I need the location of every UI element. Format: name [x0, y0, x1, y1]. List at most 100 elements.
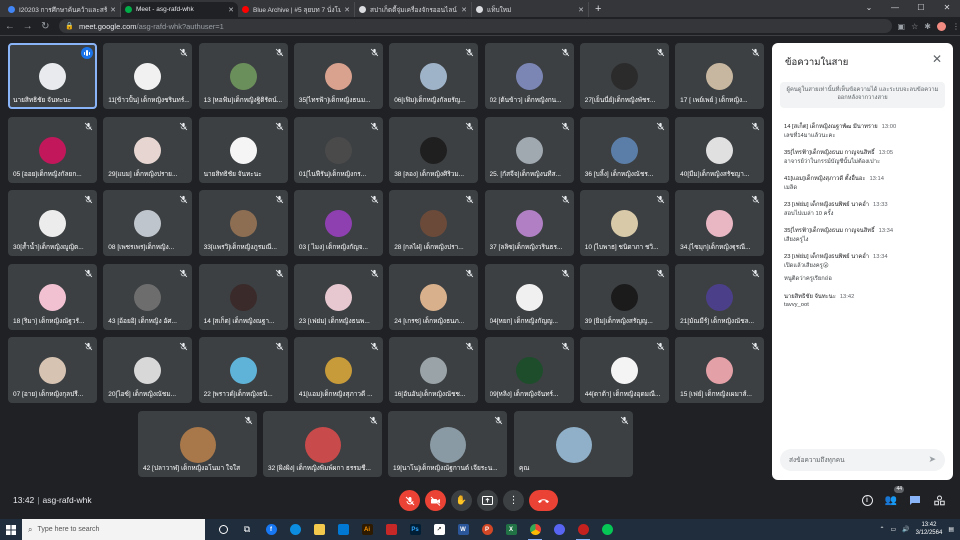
- participant-tile[interactable]: 19[นาโน]เด็กหญิงณัฐกานต์ เจียระน...: [388, 410, 507, 477]
- taskbar-powerpoint[interactable]: P: [475, 519, 499, 540]
- participant-tile[interactable]: 02 [ต้นข้าว] เด็กหญิงกน...: [484, 43, 574, 109]
- new-tab-button[interactable]: +: [589, 2, 607, 17]
- browser-tab[interactable]: Meet - asg-rafd-whk ✕: [121, 2, 238, 17]
- profile-avatar[interactable]: [936, 21, 946, 31]
- camera-off-button[interactable]: [425, 490, 446, 511]
- cortana-button[interactable]: [211, 519, 235, 540]
- participant-tile[interactable]: 33[แพรวิ]เด็กหญิงภูรมณี...: [198, 190, 288, 256]
- participant-tile[interactable]: 24 [เกรซ] เด็กหญิงธนภ...: [389, 263, 479, 330]
- participant-tile[interactable]: 32 [ผิงผิง] เด็กหญิงพิมพ์ผกา ธรรมชี...: [263, 410, 382, 477]
- participant-tile[interactable]: 22 [พราวด์]เด็กหญิงธนิ...: [198, 337, 288, 403]
- participant-tile[interactable]: 44[ดาต้า] เด็กหญิงอุดมณี...: [579, 337, 669, 403]
- participant-tile[interactable]: 16[อันอัน]เด็กหญิงณัชช...: [389, 337, 479, 403]
- participant-tile[interactable]: 23 [เฟย่ม] เด็กหญิงธนพ...: [293, 263, 383, 330]
- volume-icon[interactable]: 🔊: [902, 526, 909, 533]
- taskbar-photoshop[interactable]: Ps: [403, 519, 427, 540]
- participant-tile[interactable]: 29[แบม] เด็กหญิงปราย...: [103, 116, 193, 183]
- participant-tile[interactable]: 01[ไนฟีรัน]เด็กหญิงกร...: [293, 116, 383, 183]
- participant-tile[interactable]: 25. [กัสจีจ]เด็กหญิงนทีส...: [484, 116, 574, 183]
- participant-tile[interactable]: 41[แอม]เด็กหญิงสุภาวดี ...: [293, 337, 383, 403]
- tab-close-icon[interactable]: ✕: [344, 6, 350, 14]
- participant-tile[interactable]: นายสิทธิชัย จันทะนะ: [8, 43, 97, 109]
- tab-close-icon[interactable]: ✕: [461, 6, 467, 14]
- taskbar-edge[interactable]: [283, 519, 307, 540]
- send-icon[interactable]: ➤: [928, 454, 936, 465]
- participant-tile[interactable]: 34.[ไซมุก]เด็กหญิงฐุรณี...: [675, 190, 765, 256]
- taskbar-explorer[interactable]: [307, 519, 331, 540]
- participant-tile[interactable]: 10 [ไบพาธ] ชนิดาภา ชวิ...: [579, 190, 669, 256]
- participant-tile[interactable]: นายสิทธิชัย จันทะนะ: [198, 116, 288, 183]
- participant-tile[interactable]: 09[หลิง] เด็กหญิงจันทร์...: [484, 337, 574, 403]
- taskbar-clock[interactable]: 13:42 3/12/2564: [916, 521, 943, 537]
- tray-expand-icon[interactable]: ⌃: [879, 526, 884, 533]
- participant-tile[interactable]: คุณ: [514, 410, 633, 477]
- browser-tab[interactable]: แท็บใหม่ ✕: [472, 2, 589, 17]
- participant-tile[interactable]: 27[เย็นนี่ย์]เด็กหญิงพัชร...: [579, 43, 669, 109]
- participant-tile[interactable]: 35[ไทรฟ้า]เด็กหญิงธนม...: [293, 43, 383, 109]
- participant-tile[interactable]: 30[ส้ำน้ำ]เด็กหญิงญูญิต...: [8, 190, 97, 256]
- participant-tile[interactable]: 03 [ ไมง] เด็กหญิงกัญจ...: [293, 190, 383, 256]
- minimize-icon[interactable]: —: [882, 0, 908, 16]
- taskbar-app-red[interactable]: [379, 519, 403, 540]
- participant-tile[interactable]: 39 [ยิม]เด็กหญิงสรัญญ...: [579, 263, 669, 330]
- participant-tile[interactable]: 17 [ เพย์เพย์ ] เด็กหญิง...: [675, 43, 765, 109]
- participant-tile[interactable]: 15 [เฟย์] เด็กหญิงเผมาส์...: [675, 337, 765, 403]
- bookmark-star-icon[interactable]: ☆: [911, 22, 918, 31]
- participant-tile[interactable]: 07 [อาย] เด็กหญิงกุลปรี...: [8, 337, 97, 403]
- taskbar-chrome-2[interactable]: [571, 519, 595, 540]
- participant-tile[interactable]: 18 [ริมา] เด็กหญิงณัฐวรั...: [8, 263, 97, 330]
- forward-icon[interactable]: →: [20, 21, 36, 32]
- menu-icon[interactable]: ⋮: [952, 22, 960, 31]
- taskbar-store[interactable]: [331, 519, 355, 540]
- maximize-icon[interactable]: ☐: [908, 0, 934, 16]
- participant-tile[interactable]: 04[หยก] เด็กหญิงกัญญ...: [484, 263, 574, 330]
- present-screen-button[interactable]: [477, 490, 498, 511]
- participant-tile[interactable]: 05 [ออย]เด็กหญิงกัลยก...: [8, 116, 97, 183]
- tab-search-icon[interactable]: ⌄: [856, 0, 882, 16]
- browser-tab[interactable]: Blue Archive | #5 ลุยบท 7 นั่งโมแบบ✕: [238, 2, 355, 17]
- extensions-icon[interactable]: ✱: [924, 22, 931, 31]
- chat-compose-input[interactable]: ส่งข้อความถึงทุกคน ➤: [780, 449, 945, 471]
- taskbar-illustrator[interactable]: Ai: [355, 519, 379, 540]
- participant-tile[interactable]: 43 [อ้อยอิ] เด็กหญิง อัศ...: [103, 263, 193, 330]
- meeting-details-button[interactable]: i: [859, 492, 875, 508]
- mic-off-button[interactable]: [399, 490, 420, 511]
- taskbar-line[interactable]: [595, 519, 619, 540]
- participant-tile[interactable]: 11[ข้าวปั้น] เด็กหญิงชรินทร์...: [103, 43, 193, 109]
- tab-close-icon[interactable]: ✕: [578, 6, 584, 14]
- taskbar-discord[interactable]: [547, 519, 571, 540]
- taskbar-app-chart[interactable]: ↗: [427, 519, 451, 540]
- taskbar-chrome[interactable]: [523, 519, 547, 540]
- participant-tile[interactable]: 42 [ปลาวาฬ] เด็กหญิงอโนมา ใจใส: [138, 410, 257, 477]
- notifications-icon[interactable]: ▤: [948, 526, 954, 533]
- leave-call-button[interactable]: [529, 490, 558, 511]
- people-button[interactable]: 👥 44: [883, 486, 904, 508]
- browser-tab[interactable]: สปาเก็ตตี้จุ่มเครื่องจักรออนไลน์ - ค้นหา…: [355, 2, 472, 17]
- participant-tile[interactable]: 20[ไอซ์] เด็กหญิงณัชม...: [103, 337, 193, 403]
- participant-tile[interactable]: 14 [สเก็ต] เด็กหญิงณฐา...: [198, 263, 288, 330]
- back-icon[interactable]: ←: [2, 21, 18, 32]
- taskbar-word[interactable]: W: [451, 519, 475, 540]
- raise-hand-button[interactable]: ✋: [451, 490, 472, 511]
- browser-tab[interactable]: I20203 การศึกษาค้นคว้าและสร้างองค์ความรู…: [4, 2, 121, 17]
- participant-tile[interactable]: 06[เฟิม]เด็กหญิงกัลยรัญ...: [389, 43, 479, 109]
- participant-tile[interactable]: 37 [ลลิซ]เด็กหญิงวรินธร...: [484, 190, 574, 256]
- participant-tile[interactable]: 28 [กลไฝ] เด็กหญิงปรา...: [389, 190, 479, 256]
- participant-tile[interactable]: 13 [หอฟ้ม]เด็กหญิงฐิติรัตน์...: [198, 43, 288, 109]
- taskbar-excel[interactable]: X: [499, 519, 523, 540]
- more-options-button[interactable]: ⋮: [503, 490, 524, 511]
- url-field[interactable]: 🔒 meet.google.com/asg-rafd-whk?authuser=…: [59, 19, 892, 33]
- close-icon[interactable]: ✕: [932, 53, 942, 65]
- close-window-icon[interactable]: ✕: [934, 0, 960, 16]
- participant-tile[interactable]: 08 [เพชรเพร]เด็กหญิง...: [103, 190, 193, 256]
- tab-close-icon[interactable]: ✕: [110, 6, 116, 14]
- task-view-button[interactable]: ⧉: [235, 519, 259, 540]
- participant-tile[interactable]: 40[มีม]เด็กหญิงสรัชญา...: [675, 116, 765, 183]
- start-button[interactable]: [0, 519, 22, 540]
- camera-permission-icon[interactable]: ▣: [898, 22, 906, 31]
- activities-button[interactable]: [931, 492, 947, 508]
- reload-icon[interactable]: ↻: [38, 21, 54, 32]
- participant-tile[interactable]: 21[มัณมีร์] เด็กหญิงณัชล...: [675, 263, 765, 330]
- participant-tile[interactable]: 36 [บลิ้ง] เด็กหญิงณัชร...: [579, 116, 669, 183]
- chat-button[interactable]: [907, 492, 923, 508]
